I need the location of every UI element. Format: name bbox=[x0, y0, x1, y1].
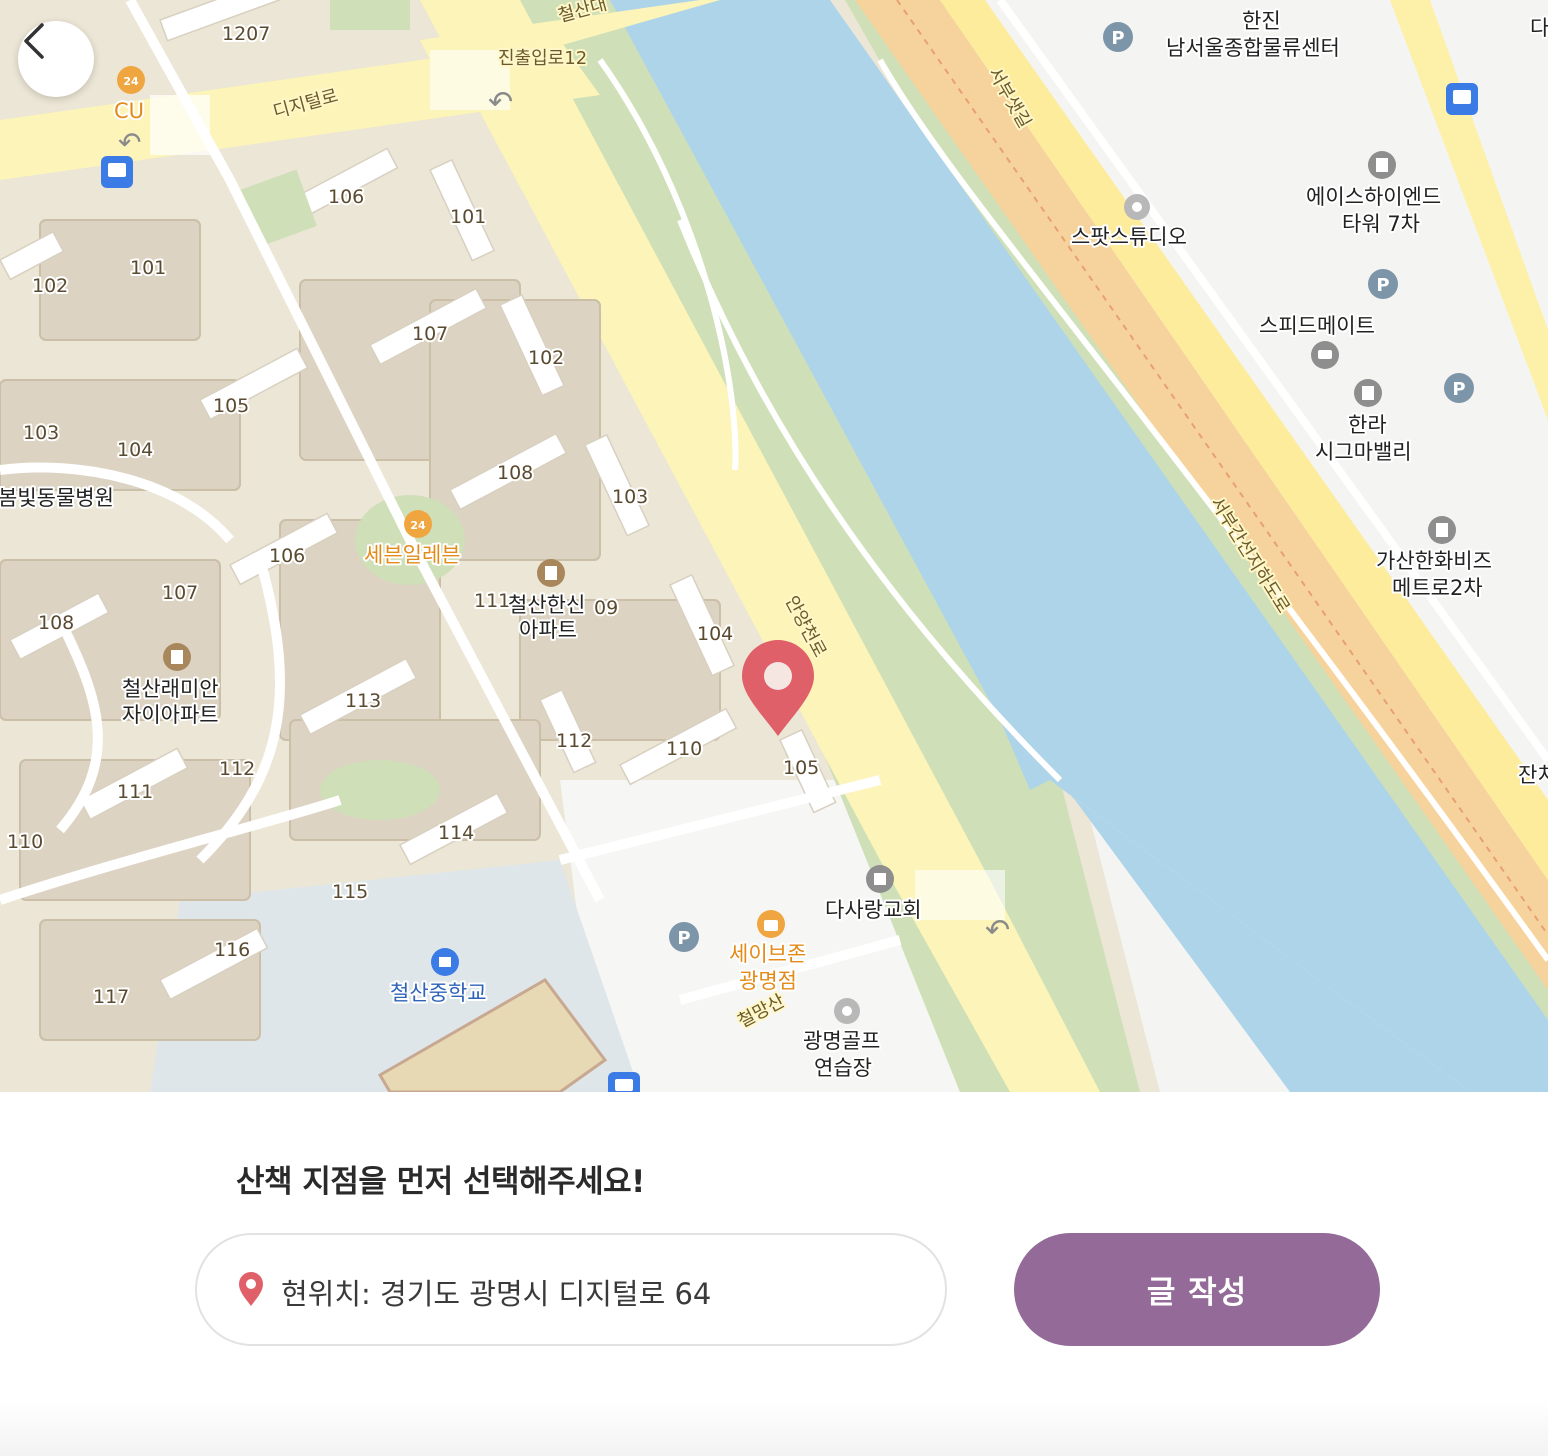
map-label-spot: 스팟스튜디오 bbox=[1071, 225, 1187, 249]
map-canvas[interactable]: P P P P 24 24 ↶ ↶ ↶ 1207 CU 디지털로 진출입로12 … bbox=[0, 0, 1548, 1092]
map-label: 105 bbox=[213, 395, 249, 417]
map-label-bombit: 봄빛동물병원 bbox=[0, 486, 114, 510]
chevron-left-icon bbox=[24, 23, 44, 59]
map-label-school: 철산중학교 bbox=[390, 981, 487, 1005]
map-label-gasan-2: 메트로2차 bbox=[1392, 576, 1483, 600]
svg-text:24: 24 bbox=[123, 75, 139, 88]
map-label: 111 bbox=[474, 590, 510, 612]
map-label: 103 bbox=[23, 422, 59, 444]
building-icon[interactable] bbox=[537, 559, 565, 587]
map-label: 09 bbox=[594, 597, 618, 619]
parking-icon[interactable]: P bbox=[1368, 269, 1398, 299]
map-label: 116 bbox=[214, 939, 250, 961]
map-label-cu: CU bbox=[114, 99, 144, 123]
map-label-raemian-2: 자이아파트 bbox=[122, 703, 219, 727]
map-label: 103 bbox=[612, 486, 648, 508]
map-label-da: 다 bbox=[1530, 16, 1548, 40]
building-icon[interactable] bbox=[163, 643, 191, 671]
selected-location-marker[interactable] bbox=[742, 640, 814, 736]
car-service-icon[interactable] bbox=[1311, 341, 1339, 369]
shopping-icon[interactable] bbox=[757, 910, 785, 938]
u-turn-icon: ↶ bbox=[488, 85, 513, 120]
map-label: 106 bbox=[269, 545, 305, 567]
building-icon[interactable] bbox=[1354, 379, 1382, 407]
green-patch-4 bbox=[330, 0, 410, 30]
map-label: 108 bbox=[38, 612, 74, 634]
svg-text:24: 24 bbox=[410, 519, 426, 532]
map-label: 115 bbox=[332, 881, 368, 903]
map-label: 105 bbox=[783, 757, 819, 779]
parking-icon[interactable]: P bbox=[1103, 22, 1133, 52]
map-label: 111 bbox=[117, 781, 153, 803]
map-label: 112 bbox=[556, 730, 592, 752]
map-label-safezone-2: 광명점 bbox=[739, 969, 797, 993]
building-icon[interactable] bbox=[1368, 151, 1396, 179]
generic-place-icon[interactable] bbox=[1124, 194, 1150, 220]
map-label: 106 bbox=[328, 186, 364, 208]
location-pin-icon bbox=[239, 1272, 263, 1306]
svg-text:P: P bbox=[1376, 275, 1389, 296]
map-label-hanshin-apt: 아파트 bbox=[519, 618, 577, 642]
write-post-button[interactable]: 글 작성 bbox=[1014, 1233, 1380, 1346]
map-label: 107 bbox=[412, 323, 448, 345]
map-label-raemian: 철산래미안 bbox=[122, 677, 219, 701]
map-label: 110 bbox=[666, 738, 702, 760]
map-label-ace-2: 타워 7차 bbox=[1342, 212, 1420, 236]
map-label: 107 bbox=[162, 582, 198, 604]
map-label: 101 bbox=[450, 206, 486, 228]
map-label-ace: 에이스하이엔드 bbox=[1306, 185, 1441, 209]
bus-stop-icon[interactable] bbox=[101, 156, 133, 188]
map-label-hanshin: 철산한신 bbox=[508, 593, 585, 617]
map-label: 117 bbox=[93, 986, 129, 1008]
map-label: 104 bbox=[697, 623, 733, 645]
parking-icon[interactable]: P bbox=[1444, 373, 1474, 403]
map-label-speedmate: 스피드메이트 bbox=[1259, 314, 1375, 338]
bus-stop-icon[interactable] bbox=[608, 1072, 640, 1092]
generic-place-icon[interactable] bbox=[834, 998, 860, 1024]
map-label-dasarang: 다사랑교회 bbox=[825, 898, 922, 922]
map-label: 104 bbox=[117, 439, 153, 461]
map-label-jan: 잔치 bbox=[1518, 763, 1548, 787]
bottom-fade bbox=[0, 1400, 1548, 1456]
road-label: 진출입로12 bbox=[498, 48, 587, 69]
map-label: 113 bbox=[345, 690, 381, 712]
map-label-halla-2: 시그마밸리 bbox=[1315, 440, 1412, 464]
map-label: 108 bbox=[497, 462, 533, 484]
map-label-hanjin-2: 남서울종합물류센터 bbox=[1166, 36, 1340, 60]
map-view[interactable]: P P P P 24 24 ↶ ↶ ↶ 1207 CU 디지털로 진출입로12 … bbox=[0, 0, 1548, 1092]
convenience-store-icon[interactable]: 24 bbox=[404, 510, 432, 538]
map-label: 101 bbox=[130, 257, 166, 279]
building-icon[interactable] bbox=[1428, 516, 1456, 544]
map-label-golf: 광명골프 bbox=[803, 1029, 880, 1053]
green-patch-3 bbox=[240, 169, 317, 247]
svg-text:P: P bbox=[1111, 28, 1124, 49]
map-label: 112 bbox=[219, 758, 255, 780]
map-label-halla: 한라 bbox=[1348, 413, 1387, 437]
convenience-store-icon[interactable]: 24 bbox=[117, 66, 145, 94]
church-icon[interactable] bbox=[866, 865, 894, 893]
map-label-hanjin: 한진 bbox=[1242, 9, 1281, 33]
svg-text:P: P bbox=[677, 928, 690, 949]
green-patch-2 bbox=[320, 760, 440, 820]
svg-text:P: P bbox=[1452, 379, 1465, 400]
map-label-gasan: 가산한화비즈 bbox=[1376, 549, 1492, 573]
map-label-seven-eleven: 세븐일레븐 bbox=[364, 543, 461, 567]
map-label: 114 bbox=[438, 822, 474, 844]
map-label-safezone: 세이브존 bbox=[729, 942, 806, 966]
map-label: 102 bbox=[528, 347, 564, 369]
current-location-text: 현위치: 경기도 광명시 디지털로 64 bbox=[281, 1277, 712, 1311]
back-button[interactable] bbox=[18, 21, 94, 97]
map-label: 1207 bbox=[222, 23, 270, 45]
parking-icon[interactable]: P bbox=[669, 922, 699, 952]
select-point-prompt: 산책 지점을 먼저 선택해주세요! bbox=[236, 1164, 645, 1200]
map-label-golf-2: 연습장 bbox=[814, 1056, 872, 1080]
u-turn-icon: ↶ bbox=[985, 913, 1010, 948]
bus-stop-icon[interactable] bbox=[1446, 83, 1478, 115]
u-turn-icon: ↶ bbox=[118, 126, 141, 159]
school-icon[interactable] bbox=[431, 948, 459, 976]
current-location-field[interactable]: 현위치: 경기도 광명시 디지털로 64 bbox=[195, 1233, 947, 1346]
map-label: 102 bbox=[32, 275, 68, 297]
map-label: 110 bbox=[7, 831, 43, 853]
